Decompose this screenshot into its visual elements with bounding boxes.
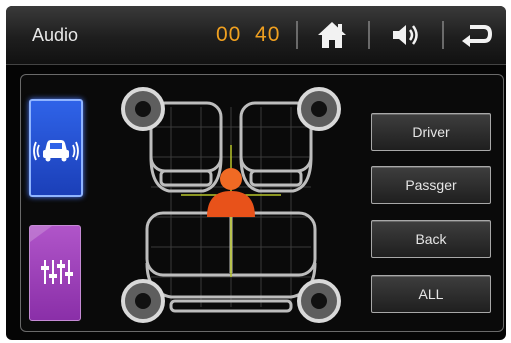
equalizer-mode-button[interactable] <box>29 225 81 321</box>
speaker-icon[interactable] <box>121 87 165 131</box>
speaker-icon[interactable] <box>297 279 341 323</box>
seat-layout-diagram[interactable] <box>121 87 341 327</box>
all-zone-button[interactable]: ALL <box>371 275 491 313</box>
back-zone-button[interactable]: Back <box>371 220 491 258</box>
car-mode-button[interactable] <box>29 99 83 197</box>
volume-button[interactable] <box>388 18 424 52</box>
divider <box>368 21 370 49</box>
screen: Audio 00 40 Driver Passger Back ALL <box>6 6 506 340</box>
driver-zone-button[interactable]: Driver <box>371 113 491 151</box>
back-button[interactable] <box>458 18 494 52</box>
page-title: Audio <box>32 25 79 45</box>
divider <box>442 21 444 49</box>
home-button[interactable] <box>314 18 350 52</box>
clock-hours: 00 <box>216 23 242 46</box>
equalizer-sliders-icon <box>30 226 73 284</box>
listener-person-icon <box>207 168 255 217</box>
clock-minutes: 40 <box>255 23 281 46</box>
volume-icon <box>393 25 418 45</box>
home-icon <box>318 22 346 48</box>
top-bar: Audio 00 40 <box>6 6 506 65</box>
speaker-icon[interactable] <box>297 87 341 131</box>
speaker-icon[interactable] <box>121 279 165 323</box>
clock: 00 40 <box>216 23 280 47</box>
car-sound-icon <box>33 140 79 162</box>
passenger-zone-button[interactable]: Passger <box>371 166 491 204</box>
audio-zone-panel: Driver Passger Back ALL <box>20 74 504 332</box>
divider <box>296 21 298 49</box>
return-arrow-icon <box>462 25 493 47</box>
